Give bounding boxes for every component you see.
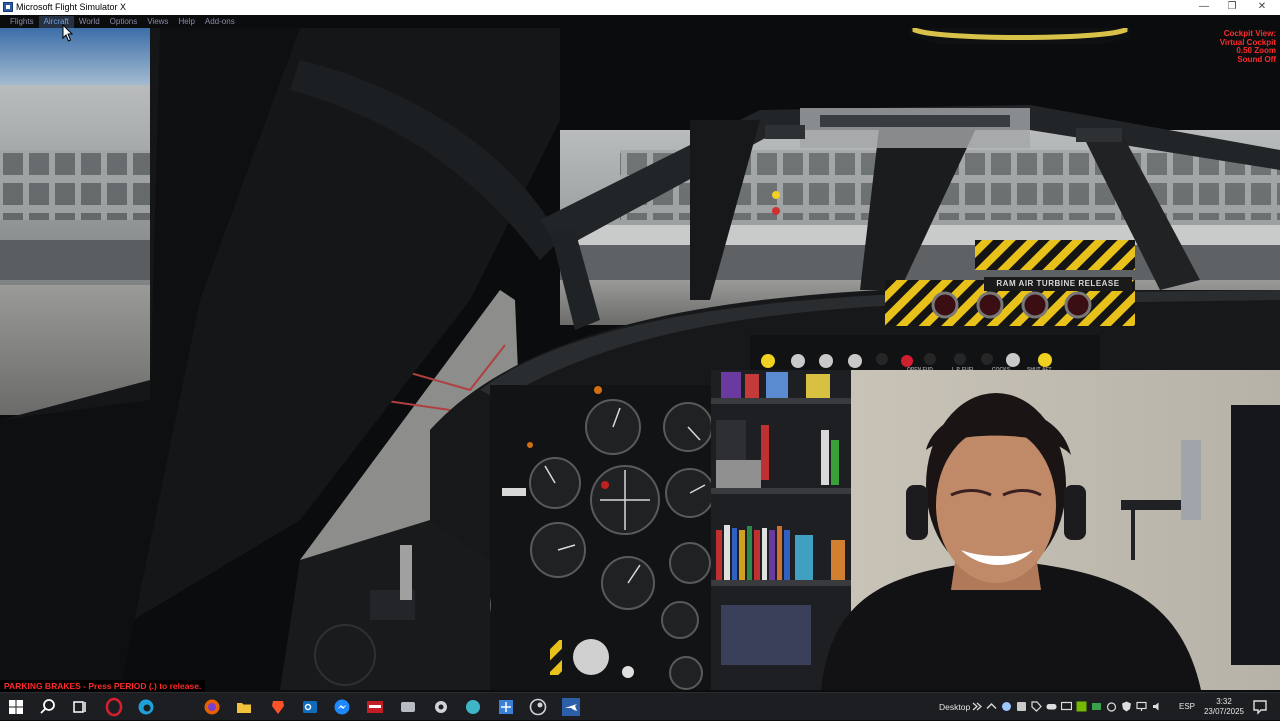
language-indicator[interactable]: ESP: [1179, 693, 1195, 721]
opera-icon[interactable]: [104, 697, 124, 717]
tray-app-icon[interactable]: [1016, 701, 1027, 712]
view-info-line: Sound Off: [1237, 54, 1276, 64]
close-icon[interactable]: ✕: [1246, 0, 1278, 15]
webcam-feed-graphic: [711, 370, 1280, 690]
messenger-icon[interactable]: [332, 697, 352, 717]
hardware-monitor-icon[interactable]: [1091, 701, 1102, 712]
view-info-overlay: Cockpit View: Virtual Cockpit 0.50 Zoom …: [1220, 29, 1276, 64]
menu-options[interactable]: Options: [105, 16, 143, 28]
grid-app-icon[interactable]: [496, 697, 516, 717]
brave-icon[interactable]: [268, 697, 288, 717]
gamepad-icon[interactable]: [1046, 701, 1057, 712]
menu-bar: Flights Aircraft World Options Views Hel…: [0, 16, 240, 28]
steam-icon[interactable]: [528, 697, 548, 717]
sphere-app-icon[interactable]: [463, 697, 483, 717]
ram-air-turbine-label: RAM AIR TURBINE RELEASE: [984, 277, 1132, 291]
clock[interactable]: 3:32 23/07/2025: [1202, 697, 1246, 717]
parking-brake-message: PARKING BRAKES - Press PERIOD (.) to rel…: [0, 680, 206, 692]
clock-date: 23/07/2025: [1203, 707, 1245, 716]
volume-icon[interactable]: [1152, 701, 1163, 712]
cloud-icon[interactable]: [1001, 701, 1012, 712]
clock-time: 3:32: [1216, 697, 1232, 706]
toolbar-expand-icon[interactable]: [972, 701, 983, 712]
menu-help[interactable]: Help: [173, 16, 199, 28]
menu-views[interactable]: Views: [142, 16, 173, 28]
notifications-icon[interactable]: [1250, 697, 1270, 717]
network-icon[interactable]: [1136, 701, 1147, 712]
firefox-icon[interactable]: [202, 697, 222, 717]
app-icon: [3, 2, 13, 12]
recorder-icon[interactable]: [398, 697, 418, 717]
power-icon[interactable]: [1106, 701, 1117, 712]
search-icon[interactable]: [38, 697, 58, 717]
nvidia-icon[interactable]: [1076, 701, 1087, 712]
menu-flights[interactable]: Flights: [5, 16, 39, 28]
outlook-icon[interactable]: [300, 697, 320, 717]
file-explorer-icon[interactable]: [234, 697, 254, 717]
edge-icon[interactable]: [136, 697, 156, 717]
desktop-toolbar-label[interactable]: Desktop: [939, 693, 970, 721]
taskbar: Desktop ESP 3:32 23/07/2025: [0, 692, 1280, 720]
menu-world[interactable]: World: [74, 16, 105, 28]
monitor-icon[interactable]: [1061, 701, 1072, 712]
security-icon[interactable]: [1121, 701, 1132, 712]
tag-icon[interactable]: [1031, 701, 1042, 712]
video-app-icon[interactable]: [365, 697, 385, 717]
gear-app-icon[interactable]: [431, 697, 451, 717]
window-title-bar[interactable]: Microsoft Flight Simulator X — ❐ ✕: [0, 0, 1280, 15]
task-view-icon[interactable]: [70, 697, 90, 717]
menu-add-ons[interactable]: Add-ons: [200, 16, 240, 28]
mouse-cursor-icon: [62, 24, 74, 42]
windows-start-icon[interactable]: [6, 697, 26, 717]
flight-simulator-icon[interactable]: [561, 697, 581, 717]
chevron-up-icon[interactable]: [986, 701, 997, 712]
restore-icon[interactable]: ❐: [1216, 0, 1248, 15]
window-title: Microsoft Flight Simulator X: [16, 2, 127, 12]
webcam-overlay: [711, 370, 1280, 690]
